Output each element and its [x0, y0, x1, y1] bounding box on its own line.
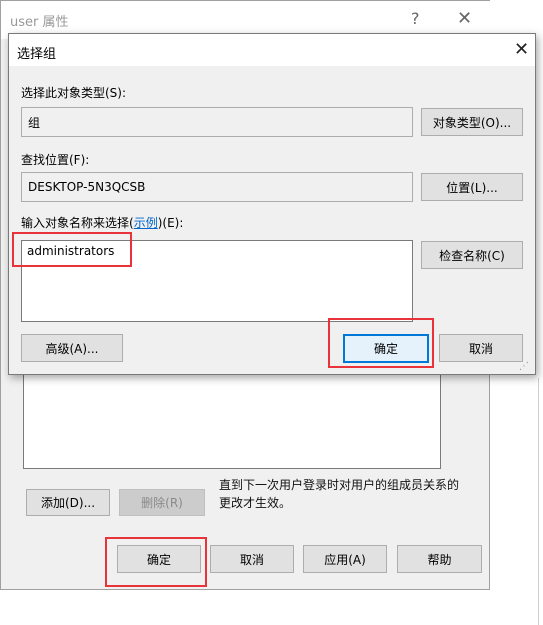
help-button[interactable]: 帮助: [397, 545, 482, 573]
object-type-label: 选择此对象类型(S):: [21, 86, 127, 100]
location-label: 查找位置(F):: [21, 153, 90, 167]
object-type-value: 组: [28, 115, 41, 130]
cancel-button[interactable]: 取消: [210, 545, 294, 573]
resize-grip-icon[interactable]: ⋰: [519, 361, 529, 372]
select-group-dialog: 选择组 ✕ 选择此对象类型(S): 组 对象类型(O)... 查找位置(F): …: [8, 33, 536, 375]
select-group-title: 选择组: [17, 47, 57, 62]
membership-note: 直到下一次用户登录时对用户的组成员关系的更改才生效。: [219, 478, 460, 510]
object-names-highlight: [12, 232, 132, 267]
location-field: DESKTOP-5N3QCSB: [21, 172, 413, 202]
locations-button[interactable]: 位置(L)...: [421, 173, 523, 201]
object-names-label-prefix: 输入对象名称来选择(: [21, 216, 134, 230]
remove-button[interactable]: 删除(R): [119, 489, 205, 516]
check-names-button[interactable]: 检查名称(C): [421, 241, 523, 269]
advanced-button[interactable]: 高级(A)...: [21, 334, 123, 362]
user-properties-title: user 属性: [10, 15, 69, 30]
object-names-label: 输入对象名称来选择(示例)(E):: [21, 214, 183, 231]
object-type-field: 组: [21, 107, 413, 137]
ok-button-highlight: [105, 537, 207, 587]
apply-button[interactable]: 应用(A): [303, 545, 387, 573]
add-button[interactable]: 添加(D)...: [26, 489, 110, 516]
close-icon[interactable]: ✕: [514, 39, 529, 60]
location-value: DESKTOP-5N3QCSB: [28, 180, 146, 194]
help-icon[interactable]: ?: [411, 9, 420, 28]
object-names-label-suffix: )(E):: [157, 216, 184, 230]
object-types-button[interactable]: 对象类型(O)...: [421, 108, 523, 136]
member-of-list[interactable]: [23, 361, 441, 469]
close-icon[interactable]: ✕: [457, 8, 472, 29]
ok-button-highlight: [328, 318, 434, 368]
cancel-button[interactable]: 取消: [439, 334, 523, 362]
divider: [538, 378, 539, 625]
examples-link[interactable]: 示例: [134, 216, 158, 230]
select-group-titlebar: 选择组 ✕: [9, 34, 535, 66]
